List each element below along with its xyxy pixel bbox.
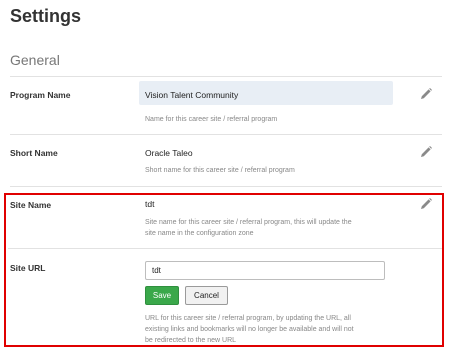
site-url-help-line3: be redirected to the new URL [145, 337, 237, 344]
save-button[interactable]: Save [145, 286, 179, 305]
section-title-general: General [10, 52, 60, 68]
pencil-icon[interactable] [419, 87, 433, 101]
site-name-label: Site Name [10, 200, 52, 210]
site-name-help-line1: Site name for this career site / referra… [145, 219, 352, 226]
program-name-help: Name for this career site / referral pro… [145, 116, 278, 123]
pencil-icon[interactable] [419, 197, 433, 211]
row-divider [10, 186, 442, 187]
site-url-input[interactable] [145, 261, 385, 280]
program-name-value: Vision Talent Community [145, 90, 239, 100]
row-divider [8, 248, 442, 249]
site-name-value: tdt [145, 199, 155, 209]
row-divider [10, 134, 442, 135]
short-name-label: Short Name [10, 148, 58, 158]
program-name-label: Program Name [10, 90, 71, 100]
site-url-help-line2: existing links and bookmarks will no lon… [145, 326, 354, 333]
short-name-value: Oracle Taleo [145, 148, 193, 158]
section-divider [10, 76, 442, 77]
cancel-button[interactable]: Cancel [185, 286, 228, 305]
site-name-help-line2: site name in the configuration zone [145, 230, 254, 237]
site-url-label: Site URL [10, 263, 46, 273]
page-title: Settings [10, 6, 82, 26]
short-name-help: Short name for this career site / referr… [145, 167, 295, 174]
pencil-icon[interactable] [419, 145, 433, 159]
site-url-help-line1: URL for this career site / referral prog… [145, 315, 351, 322]
